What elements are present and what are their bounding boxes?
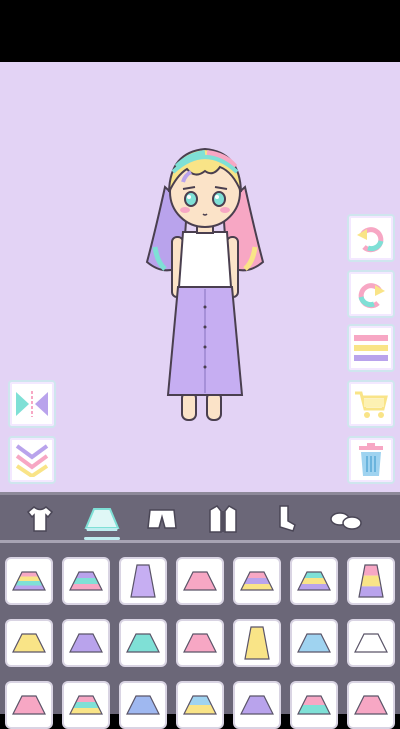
ruffle-skirt-icon bbox=[297, 571, 331, 591]
category-outerwear[interactable] bbox=[203, 501, 243, 537]
coral-skirt-icon bbox=[354, 695, 388, 715]
redo-icon bbox=[358, 283, 385, 309]
shop-button[interactable] bbox=[347, 380, 395, 428]
blue-skirt-icon bbox=[297, 633, 331, 653]
shirt-icon bbox=[26, 506, 54, 532]
clothing-item[interactable] bbox=[233, 681, 281, 729]
clothing-item[interactable] bbox=[176, 557, 224, 605]
diagonal-skirt-icon bbox=[183, 695, 217, 715]
clothing-item[interactable] bbox=[119, 681, 167, 729]
lilac-skirt-icon bbox=[240, 695, 274, 715]
dress-up-stage bbox=[0, 62, 400, 492]
undo-icon bbox=[357, 227, 384, 253]
hide-panel-button[interactable] bbox=[8, 436, 56, 484]
category-tops[interactable] bbox=[20, 501, 60, 537]
flip-icon bbox=[16, 391, 48, 417]
undo-button[interactable] bbox=[347, 214, 395, 262]
rainbow-stripe-skirt-icon bbox=[69, 695, 103, 715]
trash-icon bbox=[359, 443, 383, 476]
menu-button[interactable] bbox=[347, 324, 395, 372]
flip-button[interactable] bbox=[8, 380, 56, 428]
item-grid bbox=[0, 540, 400, 729]
clothing-item[interactable] bbox=[62, 619, 110, 667]
shorts-icon bbox=[147, 509, 177, 529]
long-purple-skirt-icon bbox=[130, 564, 156, 598]
clothing-item[interactable] bbox=[233, 619, 281, 667]
pink-ruffle-skirt-icon bbox=[12, 695, 46, 715]
shop-cart-icon bbox=[355, 391, 388, 418]
blue-pleated-skirt-icon bbox=[126, 695, 160, 715]
clothing-item[interactable] bbox=[347, 619, 395, 667]
clothing-item[interactable] bbox=[290, 619, 338, 667]
clothing-item[interactable] bbox=[233, 557, 281, 605]
category-bar bbox=[0, 492, 400, 543]
clothing-item[interactable] bbox=[119, 557, 167, 605]
menu-icon bbox=[354, 335, 388, 361]
clothing-item[interactable] bbox=[176, 619, 224, 667]
clothing-item[interactable] bbox=[176, 681, 224, 729]
tiered-rainbow-skirt-icon bbox=[12, 571, 46, 591]
yellow-skirt-icon bbox=[12, 633, 46, 653]
pink-skirt-icon bbox=[183, 633, 217, 653]
clothing-item[interactable] bbox=[5, 619, 53, 667]
long-rainbow-skirt-icon bbox=[358, 564, 384, 598]
category-skirts[interactable] bbox=[82, 501, 122, 540]
clothing-item[interactable] bbox=[5, 681, 53, 729]
hide-panel-icon bbox=[15, 444, 49, 477]
pastel-stripe-skirt-icon bbox=[240, 571, 274, 591]
trash-button[interactable] bbox=[347, 436, 395, 484]
socks-icon bbox=[279, 505, 296, 532]
clothing-item[interactable] bbox=[347, 681, 395, 729]
category-socks[interactable] bbox=[266, 501, 306, 537]
jacket-icon bbox=[209, 505, 237, 533]
clothing-item[interactable] bbox=[62, 557, 110, 605]
pink-pleated-skirt-icon bbox=[183, 571, 217, 591]
white-skirt-icon bbox=[354, 633, 388, 653]
status-bar bbox=[0, 0, 400, 62]
stripe-skirt-icon bbox=[297, 695, 331, 715]
clothing-item[interactable] bbox=[347, 557, 395, 605]
redo-button[interactable] bbox=[347, 270, 395, 318]
skirt-icon bbox=[84, 508, 120, 531]
shoes-icon bbox=[330, 512, 362, 530]
tutu-skirt-icon bbox=[69, 571, 103, 591]
character-doll bbox=[145, 147, 265, 421]
clothing-item[interactable] bbox=[5, 557, 53, 605]
clothing-item[interactable] bbox=[290, 681, 338, 729]
purple-skirt-icon bbox=[69, 633, 103, 653]
category-shoes[interactable] bbox=[326, 501, 366, 537]
clothing-item[interactable] bbox=[119, 619, 167, 667]
long-yellow-skirt-icon bbox=[244, 626, 270, 660]
clothing-item[interactable] bbox=[62, 681, 110, 729]
category-shorts[interactable] bbox=[142, 501, 182, 537]
clothing-item[interactable] bbox=[290, 557, 338, 605]
mint-skirt-icon bbox=[126, 633, 160, 653]
